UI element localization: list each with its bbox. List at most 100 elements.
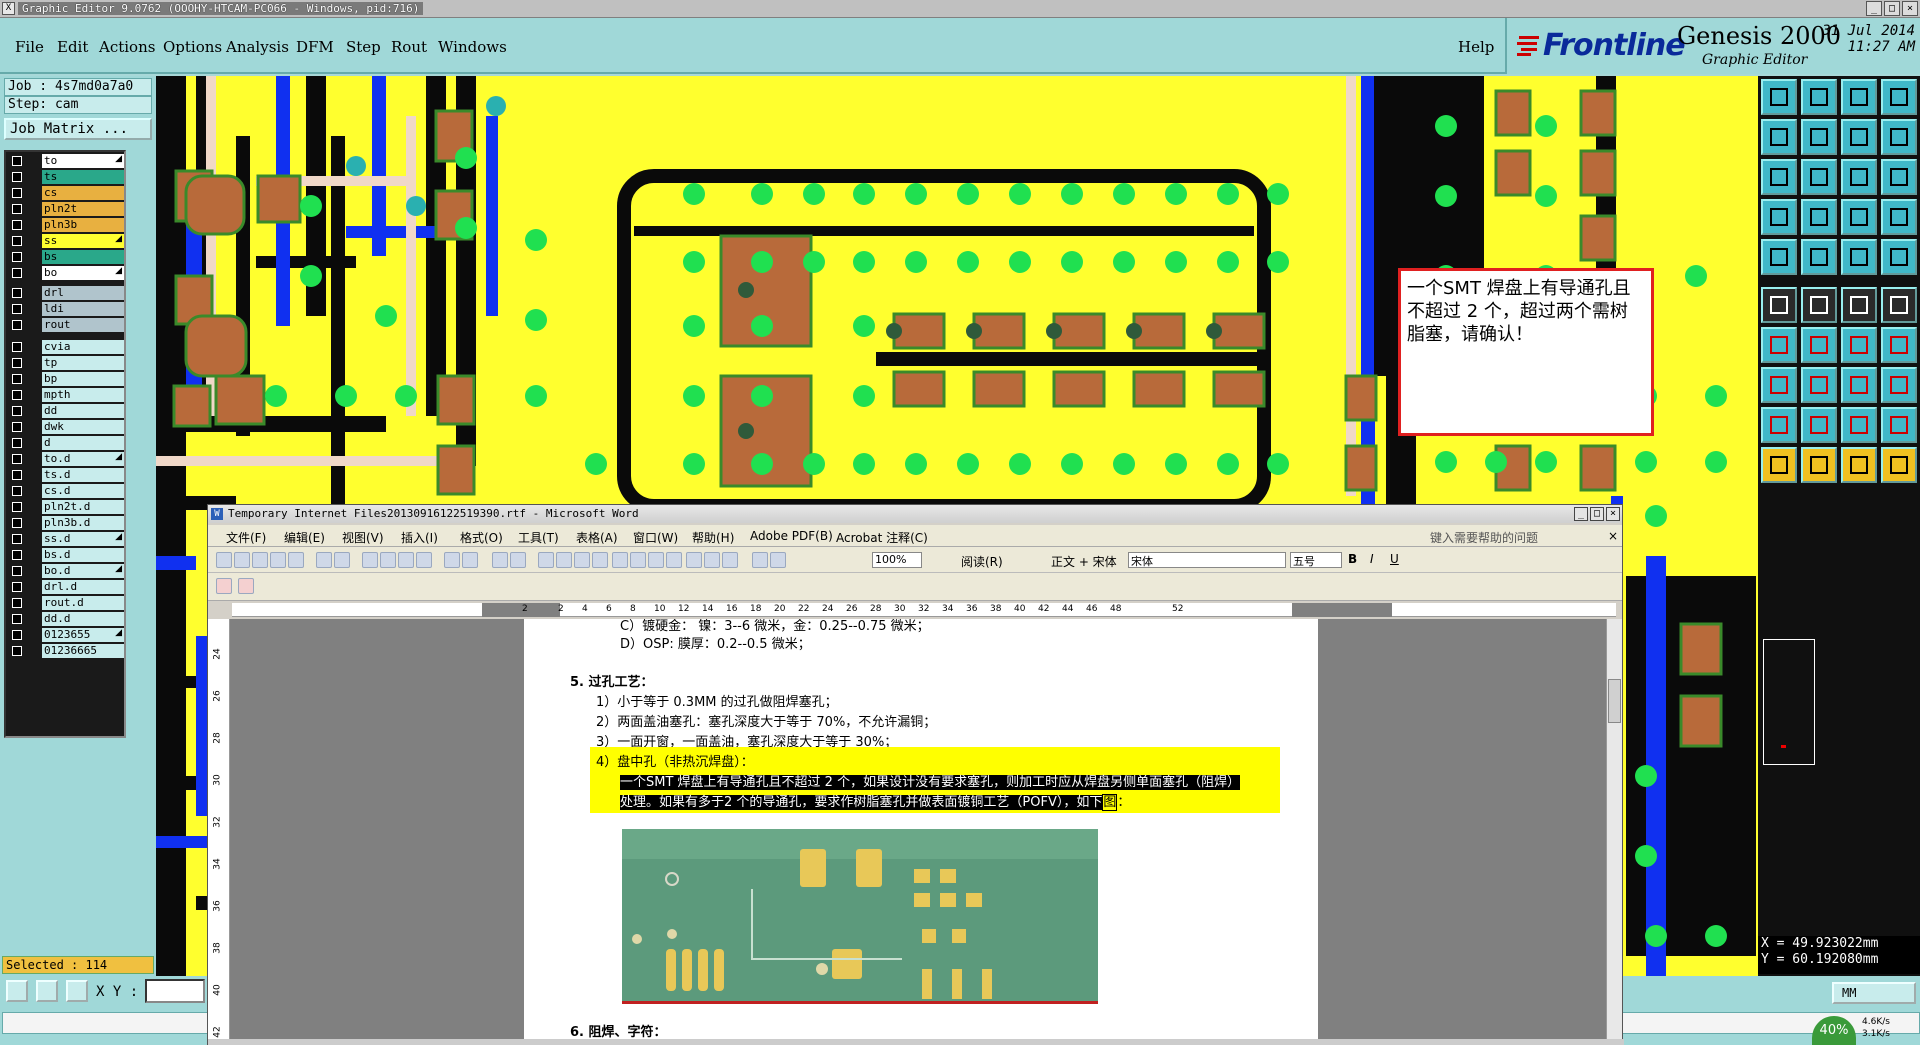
word-menu-table[interactable]: 表格(A)	[576, 529, 618, 546]
job-matrix-button[interactable]: Job Matrix ...	[4, 118, 152, 140]
layer-checkbox[interactable]	[12, 534, 22, 544]
circle-icon[interactable]	[1881, 239, 1917, 275]
maximize-button[interactable]: □	[1884, 1, 1900, 16]
layer-checkbox[interactable]	[12, 342, 22, 352]
word-close-button[interactable]: ×	[1606, 507, 1620, 521]
layer-name[interactable]: mpth	[42, 388, 124, 402]
zoom-fit-icon[interactable]	[1761, 159, 1797, 195]
scroll-thumb[interactable]	[1608, 679, 1621, 723]
layer-name[interactable]: pln2t.d	[42, 500, 124, 514]
settings-icon[interactable]	[1761, 199, 1797, 235]
toolbar-icon[interactable]	[704, 552, 720, 568]
minus-icon[interactable]	[1801, 367, 1837, 403]
zoom-select[interactable]: 100%	[872, 552, 922, 568]
menu-step[interactable]: Step	[346, 38, 381, 56]
toolbar-icon[interactable]	[398, 552, 414, 568]
toolbar-icon[interactable]	[234, 552, 250, 568]
layer-checkbox[interactable]	[12, 268, 22, 278]
layer-row[interactable]: ldi	[8, 302, 124, 316]
layer-name[interactable]: dd.d	[42, 612, 124, 626]
layer-row[interactable]: ts.d	[8, 468, 124, 482]
toolbar-icon[interactable]	[752, 552, 768, 568]
layer-checkbox[interactable]	[12, 646, 22, 656]
underline-button[interactable]: U	[1390, 552, 1399, 566]
layer-row[interactable]: rout	[8, 318, 124, 332]
toolbar-icon[interactable]	[592, 552, 608, 568]
layer-row[interactable]: cvia	[8, 340, 124, 354]
layer-row[interactable]: ss ◢	[8, 234, 124, 248]
grid-icon[interactable]	[1801, 199, 1837, 235]
menu-actions[interactable]: Actions	[99, 38, 155, 56]
cross-icon[interactable]	[1801, 287, 1837, 323]
toolbar-icon[interactable]	[722, 552, 738, 568]
layer-row[interactable]: rout.d	[8, 596, 124, 610]
toolbar-icon[interactable]	[462, 552, 478, 568]
layer-checkbox[interactable]	[12, 454, 22, 464]
toolbar-icon[interactable]	[510, 552, 526, 568]
layer-row[interactable]: ts	[8, 170, 124, 184]
word-horizontal-scrollbar[interactable]	[208, 1039, 1624, 1045]
layer-row[interactable]: pln3b	[8, 218, 124, 232]
toolbar-icon[interactable]	[252, 552, 268, 568]
layer-name[interactable]: 01236665	[42, 644, 124, 658]
layer-name[interactable]: dwk	[42, 420, 124, 434]
pointer2-icon[interactable]	[1801, 447, 1837, 483]
next-icon[interactable]	[1801, 119, 1837, 155]
units-selector[interactable]: MM	[1832, 982, 1916, 1004]
word-minimize-button[interactable]: _	[1574, 507, 1588, 521]
layer-name[interactable]: pln2t	[42, 202, 124, 216]
layer-name[interactable]: ts	[42, 170, 124, 184]
draw-diag-icon[interactable]	[1801, 327, 1837, 363]
layer-checkbox[interactable]	[12, 288, 22, 298]
zoom-center-icon[interactable]	[1801, 159, 1837, 195]
word-menu-file[interactable]: 文件(F)	[226, 529, 266, 546]
layer-checkbox[interactable]	[12, 614, 22, 624]
layer-name[interactable]: ss	[42, 234, 124, 248]
menu-windows[interactable]: Windows	[438, 38, 507, 56]
layer-checkbox[interactable]	[12, 438, 22, 448]
layer-name[interactable]: 0123655	[42, 628, 124, 642]
layer-name[interactable]: drl	[42, 286, 124, 300]
layer-checkbox[interactable]	[12, 422, 22, 432]
toolbar-icon[interactable]	[270, 552, 286, 568]
layer-row[interactable]: drl	[8, 286, 124, 300]
save-icon[interactable]	[1801, 79, 1837, 115]
layer-name[interactable]: drl.d	[42, 580, 124, 594]
word-menu-tools[interactable]: 工具(T)	[518, 529, 559, 546]
layer-name[interactable]: to	[42, 154, 124, 168]
layer-checkbox[interactable]	[12, 550, 22, 560]
layer-checkbox[interactable]	[12, 304, 22, 314]
layer-row[interactable]: pln2t.d	[8, 500, 124, 514]
toolbar-icon[interactable]	[538, 552, 554, 568]
word-doc-close-icon[interactable]: ×	[1608, 529, 1618, 543]
toolbar-icon[interactable]	[380, 552, 396, 568]
layer-checkbox[interactable]	[12, 470, 22, 480]
fit-icon[interactable]	[1841, 119, 1877, 155]
layer-row[interactable]: dwk	[8, 420, 124, 434]
close-button[interactable]: ×	[1902, 1, 1918, 16]
layer-row[interactable]: dd	[8, 404, 124, 418]
layer-row[interactable]: cs	[8, 186, 124, 200]
pdf-email-icon[interactable]	[238, 578, 254, 594]
layer-checkbox[interactable]	[12, 582, 22, 592]
layer-name[interactable]: bs	[42, 250, 124, 264]
layer-name[interactable]: tp	[42, 356, 124, 370]
word-vertical-scrollbar[interactable]	[1606, 619, 1622, 1039]
word-help-search[interactable]: 键入需要帮助的问题	[1430, 529, 1538, 546]
layer-name[interactable]: bs.d	[42, 548, 124, 562]
bold-button[interactable]: B	[1348, 552, 1357, 566]
word-menu-help[interactable]: 帮助(H)	[692, 529, 734, 546]
layer-name[interactable]: bo.d	[42, 564, 124, 578]
triangle-icon[interactable]	[1761, 407, 1797, 443]
toolbar-icon[interactable]	[612, 552, 628, 568]
layer-name[interactable]: cs	[42, 186, 124, 200]
layer-row[interactable]: ss.d ◢	[8, 532, 124, 546]
word-menu-acrobat[interactable]: Acrobat 注释(C)	[836, 529, 928, 546]
layer-row[interactable]: bs.d	[8, 548, 124, 562]
layer-name[interactable]: cs.d	[42, 484, 124, 498]
layer-name[interactable]: ts.d	[42, 468, 124, 482]
layer-name[interactable]: pln3b	[42, 218, 124, 232]
toolbar-icon[interactable]	[574, 552, 590, 568]
measure-icon[interactable]	[6, 980, 28, 1002]
arrows-icon[interactable]	[1841, 367, 1877, 403]
